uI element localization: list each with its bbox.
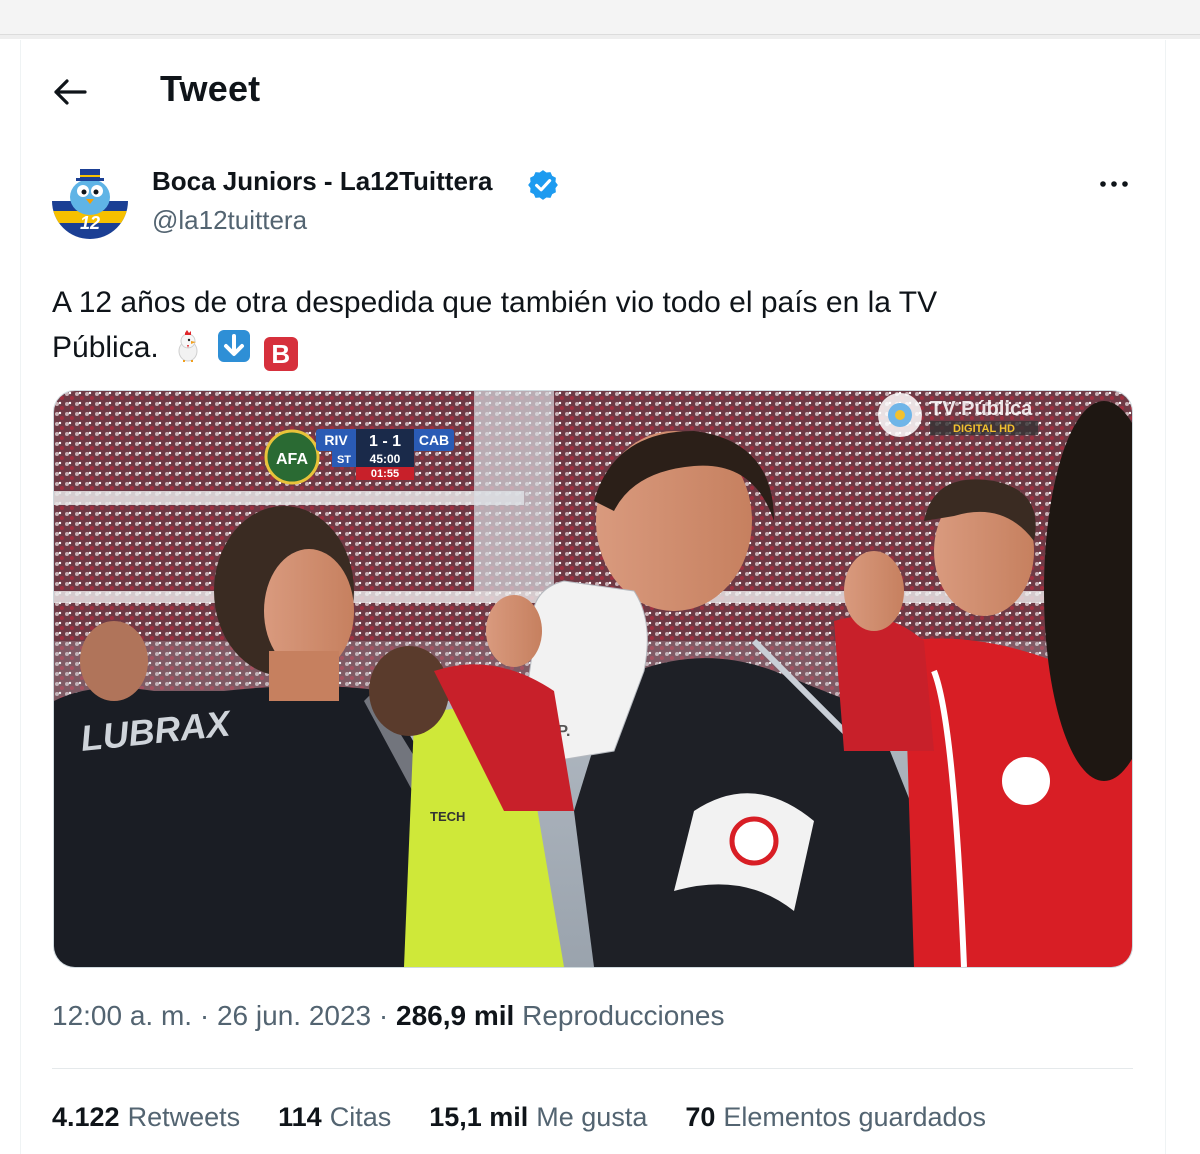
stat-quotes[interactable]: 114 Citas <box>278 1102 391 1133</box>
arrow-left-icon <box>54 79 87 105</box>
stat-label: Elementos guardados <box>723 1102 987 1132</box>
stat-count: 70 <box>685 1102 716 1132</box>
author-handle[interactable]: @la12tuittera <box>152 205 307 236</box>
tweet-meta: 12:00 a. m. · 26 jun. 2023 · 286,9 mil R… <box>52 1000 724 1032</box>
tweet-text: A 12 años de otra despedida que también … <box>52 280 1112 371</box>
broadcaster-name: TV Pública <box>930 398 1033 420</box>
down-arrow-icon <box>218 330 251 362</box>
tweet-image[interactable]: AFA RIV 1 - 1 CAB ST 45:00 01:55 TV Públ… <box>53 390 1133 968</box>
stat-bookmarks[interactable]: 70 Elementos guardados <box>685 1102 986 1133</box>
avatar-badge: 12 <box>80 213 100 233</box>
stat-likes[interactable]: 15,1 mil Me gusta <box>429 1102 647 1133</box>
broadcaster-logo: TV Pública DIGITAL HD <box>878 393 1038 437</box>
verified-badge-icon <box>528 170 558 200</box>
broadcaster-sub: DIGITAL HD <box>953 423 1015 435</box>
views-label: Reproducciones <box>522 1000 725 1031</box>
chicken-icon <box>178 330 198 362</box>
stat-count: 4.122 <box>52 1102 120 1132</box>
author-display-name[interactable]: Boca Juniors - La12Tuittera <box>152 166 493 197</box>
stat-count: 15,1 mil <box>429 1102 529 1132</box>
top-bar-divider <box>0 35 1200 39</box>
browser-top-bar <box>0 0 1200 35</box>
stat-retweets[interactable]: 4.122 Retweets <box>52 1102 240 1133</box>
stat-count: 114 <box>278 1102 322 1132</box>
page-title: Tweet <box>160 68 261 109</box>
back-button[interactable] <box>48 70 92 114</box>
tweet-date[interactable]: 26 jun. 2023 <box>217 1000 371 1031</box>
scoreboard-away: CAB <box>419 432 449 448</box>
divider <box>52 1068 1133 1069</box>
scoreboard-period: ST <box>337 454 351 466</box>
scoreboard-added: 01:55 <box>371 468 399 480</box>
meta-separator: · <box>371 1000 397 1031</box>
meta-separator: · <box>192 1000 217 1031</box>
scoreboard-time: 45:00 <box>370 452 401 466</box>
svg-text:TECH: TECH <box>430 809 465 824</box>
tweet-time[interactable]: 12:00 a. m. <box>52 1000 192 1031</box>
more-dots-icon <box>1100 181 1128 187</box>
more-options-button[interactable] <box>1092 166 1136 202</box>
stat-label: Me gusta <box>536 1102 648 1132</box>
stat-label: Citas <box>329 1102 392 1132</box>
tweet-text-line-2-text: Pública. <box>52 331 159 364</box>
scoreboard-home: RIV <box>324 432 348 448</box>
scoreboard-score: 1 - 1 <box>369 433 401 450</box>
tweet-text-line-1: A 12 años de otra despedida que también … <box>52 286 938 319</box>
views-count: 286,9 mil <box>396 1000 515 1031</box>
svg-text:AFA: AFA <box>276 451 308 468</box>
avatar[interactable]: 12 <box>52 163 128 239</box>
tweet-text-line-2: Pública. B <box>52 325 1112 371</box>
stat-label: Retweets <box>127 1102 241 1132</box>
b-letter-icon: B <box>263 337 298 371</box>
tweet-stats: 4.122 Retweets 114 Citas 15,1 mil Me gusta … <box>52 1102 1024 1133</box>
